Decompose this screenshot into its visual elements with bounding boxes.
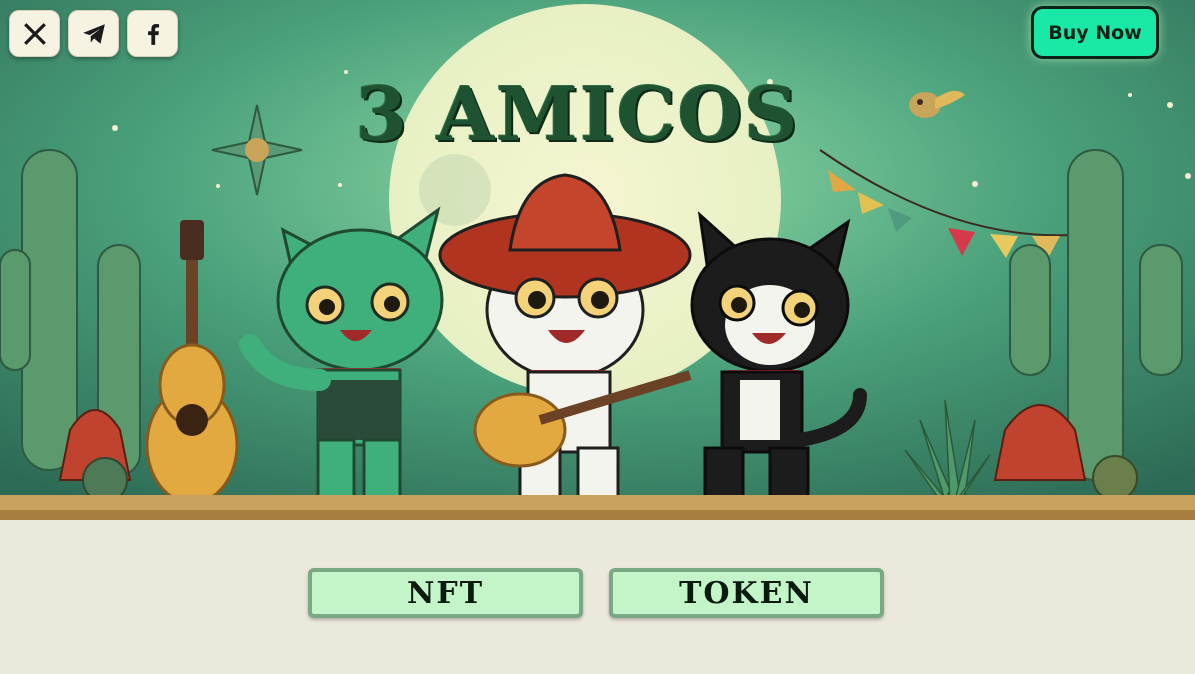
telegram-icon: [82, 23, 105, 44]
telegram-link-button[interactable]: [68, 10, 119, 57]
title-text: 3 AMICOS: [355, 72, 800, 158]
x-icon: [23, 22, 46, 45]
token-button[interactable]: TOKEN: [609, 568, 884, 618]
nft-button[interactable]: NFT: [308, 568, 583, 618]
social-links: [9, 10, 178, 57]
facebook-icon: [147, 23, 159, 45]
token-button-label: TOKEN: [679, 575, 814, 611]
buy-now-button[interactable]: Buy Now: [1031, 6, 1159, 59]
ground-panel: [0, 520, 1195, 674]
x-link-button[interactable]: [9, 10, 60, 57]
facebook-link-button[interactable]: [127, 10, 178, 57]
nft-button-label: NFT: [406, 575, 485, 611]
page-title: 3 AMICOS: [0, 78, 1165, 152]
